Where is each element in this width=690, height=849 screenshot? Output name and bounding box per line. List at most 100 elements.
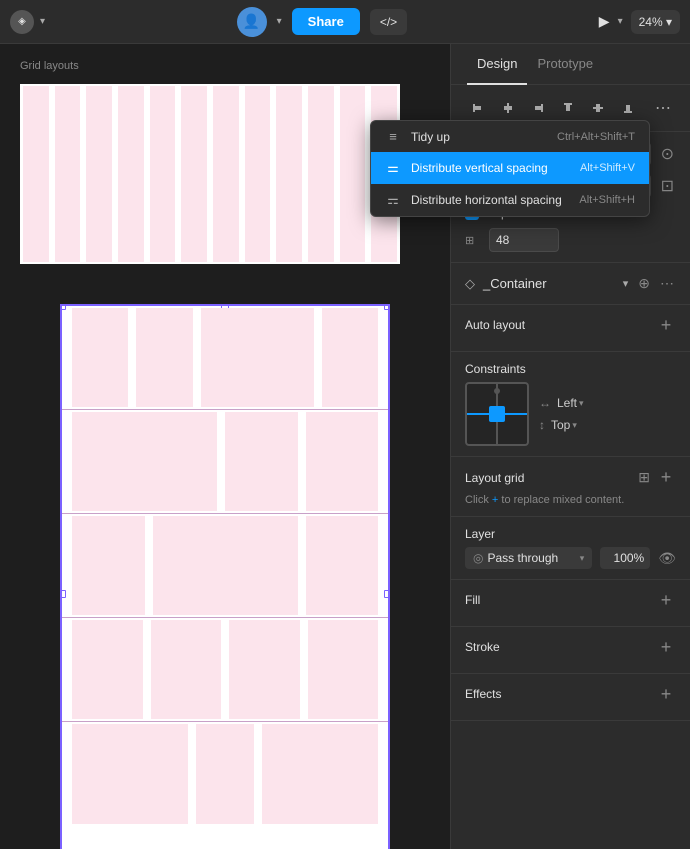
layer-visibility-button[interactable]: 👁	[658, 550, 676, 567]
effects-title: Effects	[465, 687, 501, 701]
constraint-top-icon: ↕	[539, 418, 545, 432]
component-more-button[interactable]: ⋯	[658, 273, 676, 294]
grid-col	[213, 86, 239, 262]
frame-col	[306, 412, 379, 511]
ctx-distribute-vertical[interactable]: ⚌ Distribute vertical spacing Alt+Shift+…	[371, 152, 649, 184]
layoutgrid-add-button[interactable]: +	[656, 467, 676, 487]
grid-col	[245, 86, 271, 262]
constraint-dot-top	[494, 388, 500, 394]
context-menu: ≡ Tidy up Ctrl+Alt+Shift+T ⚌ Distribute …	[370, 120, 650, 217]
align-center-h-button[interactable]	[495, 95, 521, 121]
frame-col	[322, 308, 378, 407]
grid-col	[86, 86, 112, 262]
layoutgrid-title: Layout grid	[465, 471, 524, 485]
constraint-left-dropdown[interactable]: Left ▾	[557, 396, 584, 410]
constraint-top-dropdown[interactable]: Top ▾	[551, 418, 577, 432]
ctx-distribute-h-shortcut: Alt+Shift+H	[579, 194, 635, 206]
constraints-visual: ↔ Left ▾ ↕ Top ▾	[465, 382, 676, 446]
padding-row: ⊞	[465, 228, 676, 252]
frame-col-wide	[72, 412, 217, 511]
ctx-tidy-up[interactable]: ≡ Tidy up Ctrl+Alt+Shift+T	[371, 121, 649, 152]
zoom-label: 24%	[639, 15, 663, 29]
zoom-button[interactable]: 24% ▾	[631, 10, 680, 34]
grid-col	[118, 86, 144, 262]
ctx-tidy-up-shortcut: Ctrl+Alt+Shift+T	[557, 131, 635, 143]
autolayout-title: Auto layout	[465, 318, 525, 332]
autolayout-section: Auto layout +	[451, 305, 690, 352]
ctx-tidy-up-label: Tidy up	[411, 130, 547, 144]
frame-col-wide	[72, 724, 188, 824]
distribute-v-icon: ⚌	[385, 160, 401, 176]
align-bottom-button[interactable]	[615, 95, 641, 121]
constraint-left-label: Left	[557, 396, 577, 410]
effects-section: Effects +	[451, 674, 690, 721]
grid-col	[340, 86, 366, 262]
align-top-button[interactable]	[555, 95, 581, 121]
layer-mode-dropdown[interactable]: ◎ Pass through ▾	[465, 547, 592, 569]
component-dropdown-arrow[interactable]: ▾	[623, 277, 629, 290]
frame-col	[225, 412, 298, 511]
frame-row-3	[62, 514, 388, 618]
tidy-up-icon: ≡	[385, 129, 401, 144]
layoutgrid-grid-icon-button[interactable]: ⊞	[636, 467, 652, 488]
tab-design[interactable]: Design	[467, 44, 527, 85]
tab-prototype[interactable]: Prototype	[527, 44, 603, 85]
share-button[interactable]: Share	[292, 8, 360, 35]
frame-col	[229, 620, 300, 719]
align-right-button[interactable]	[525, 95, 551, 121]
frame-col-wide	[262, 724, 378, 824]
fill-header: Fill +	[465, 590, 676, 610]
more-align-button[interactable]: ⋯	[650, 95, 676, 121]
component-row: ◇ _Container ▾ ⊕ ⋯	[465, 273, 676, 294]
grid-col	[181, 86, 207, 262]
avatar-button[interactable]: 👤	[237, 7, 267, 37]
grid-col	[276, 86, 302, 262]
layer-mode-arrow: ▾	[580, 553, 585, 564]
fill-add-button[interactable]: +	[656, 590, 676, 610]
frame-col	[196, 724, 254, 824]
constrain-proportions-button[interactable]: ⊙	[659, 142, 676, 166]
ctx-distribute-h-label: Distribute horizontal spacing	[411, 193, 569, 207]
stroke-add-button[interactable]: +	[656, 637, 676, 657]
component-target-button[interactable]: ⊕	[636, 273, 652, 294]
component-icon: ◇	[465, 276, 475, 292]
padding-input[interactable]	[489, 228, 559, 252]
frame-col	[72, 620, 143, 719]
code-button[interactable]: </>	[370, 9, 407, 35]
corner-options-button[interactable]: ⊡	[659, 174, 676, 198]
frame-col	[136, 308, 192, 407]
layer-row: ◎ Pass through ▾ 👁	[465, 547, 676, 569]
component-name: _Container	[483, 276, 615, 291]
ctx-distribute-horizontal[interactable]: ⚎ Distribute horizontal spacing Alt+Shif…	[371, 184, 649, 216]
grid-col	[150, 86, 176, 262]
grid-col	[55, 86, 81, 262]
layer-mode-label: Pass through	[487, 551, 575, 565]
zoom-arrow: ▾	[666, 15, 672, 29]
align-left-button[interactable]	[465, 95, 491, 121]
topbar: ◈ ▾ 👤 ▾ Share </> ▶ ▾ 24% ▾	[0, 0, 690, 44]
layoutgrid-plus-indicator: +	[492, 494, 498, 506]
autolayout-add-button[interactable]: +	[656, 315, 676, 335]
topbar-arrow: ▾	[40, 16, 45, 27]
grid-col	[308, 86, 334, 262]
grid-col	[23, 86, 49, 262]
figma-logo[interactable]: ◈	[10, 10, 34, 34]
fill-section: Fill +	[451, 580, 690, 627]
grid-preview-top	[20, 84, 400, 264]
play-button[interactable]: ▶	[599, 13, 610, 30]
constraints-section: Constraints ↔ Left ▾ ↕	[451, 352, 690, 457]
frame-row-2	[62, 410, 388, 514]
constraint-top-option: ↕ Top ▾	[539, 418, 584, 432]
frame-col	[151, 620, 222, 719]
constraints-header: Constraints	[465, 362, 676, 376]
selected-frame[interactable]: 1260 × 2660	[60, 304, 390, 849]
frame-col	[308, 620, 379, 719]
layer-opacity-input[interactable]	[600, 547, 650, 569]
constraint-center	[489, 406, 505, 422]
layoutgrid-actions: ⊞ +	[636, 467, 676, 488]
align-middle-v-button[interactable]	[585, 95, 611, 121]
frame-row-4	[62, 618, 388, 722]
avatar-dropdown-arrow[interactable]: ▾	[277, 16, 282, 27]
effects-add-button[interactable]: +	[656, 684, 676, 704]
ctx-distribute-v-shortcut: Alt+Shift+V	[580, 162, 635, 174]
